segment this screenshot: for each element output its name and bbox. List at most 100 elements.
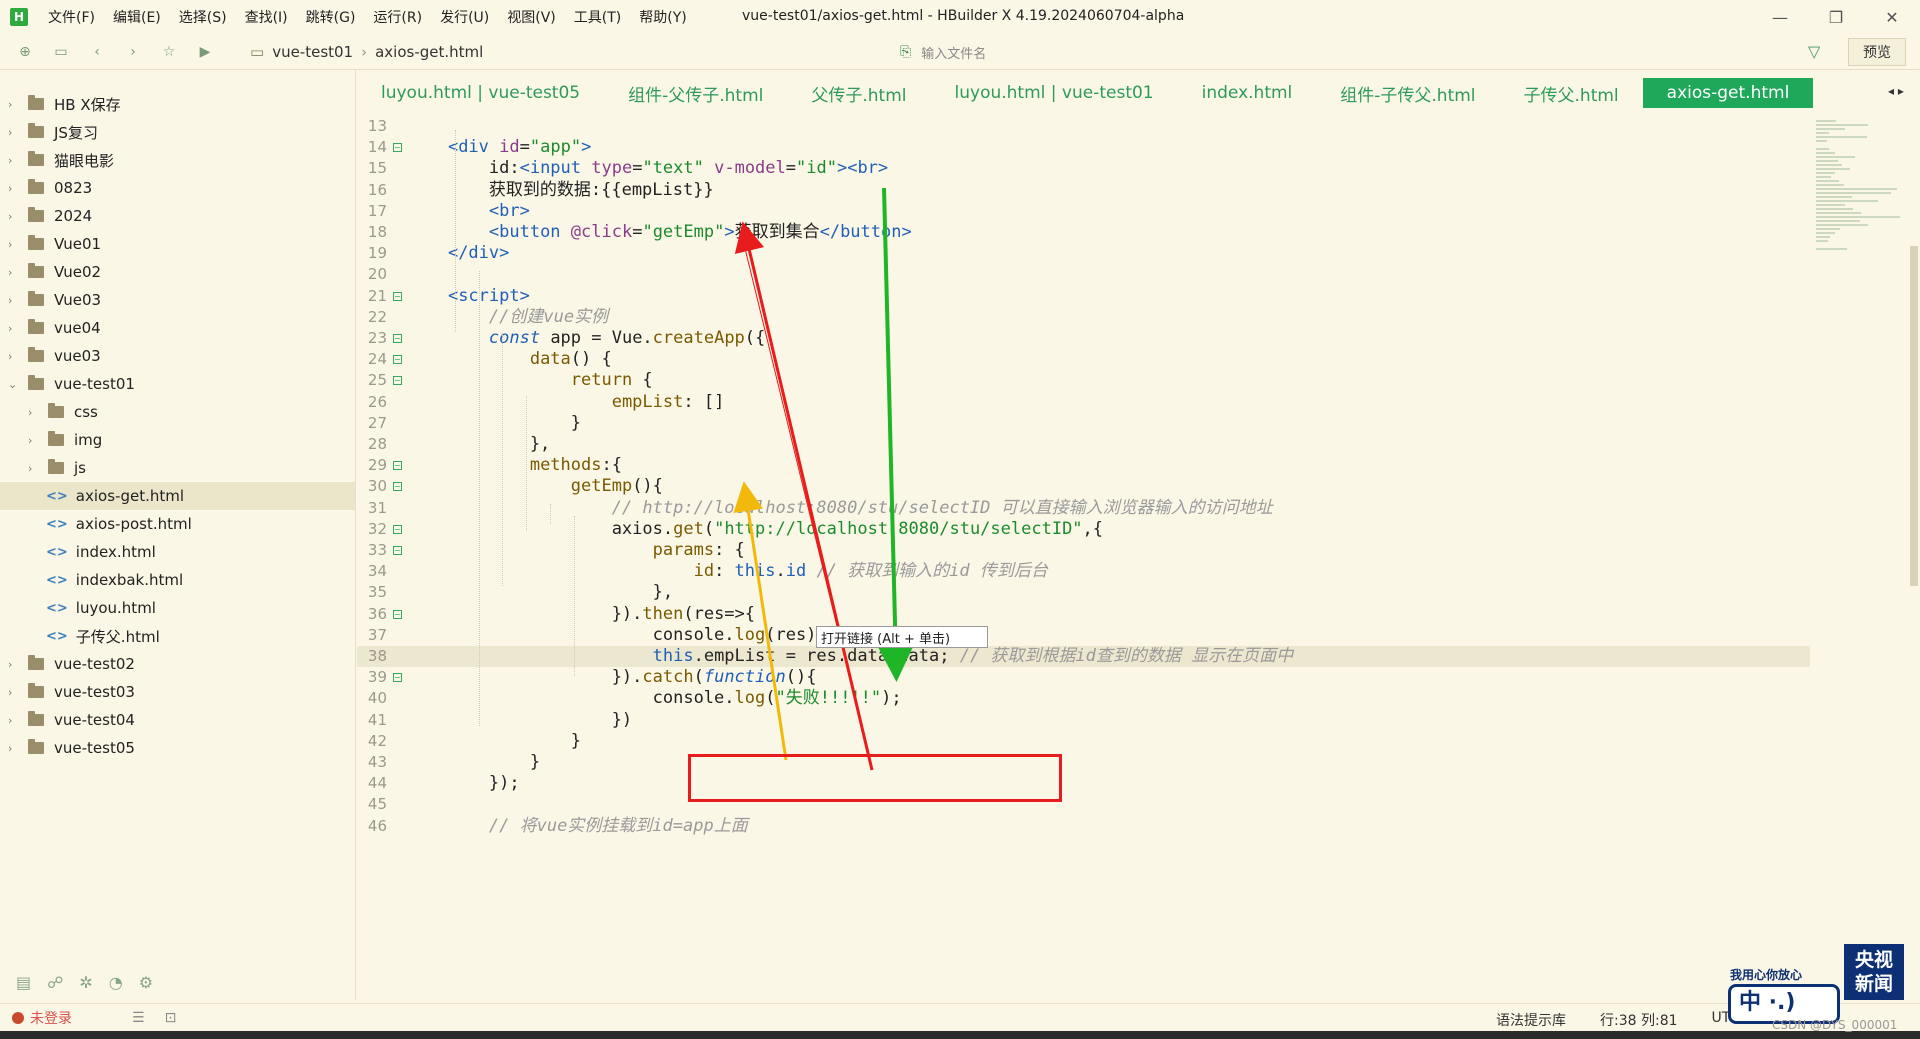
fold-toggle-icon[interactable]: − [393,546,402,555]
menu-item[interactable]: 查找(I) [245,7,288,27]
cursor-position[interactable]: 行:38 列:81 [1600,1010,1678,1030]
tree-item[interactable]: › Vue02 [0,258,355,286]
code-line[interactable]: 40 console.log("失败!!!!!"); [357,688,1810,709]
code-line[interactable]: 26 empList: [] [357,392,1810,413]
tree-item[interactable]: › css [0,398,355,426]
chevron-right-icon[interactable]: › [8,238,20,251]
filter-icon[interactable]: ▽ [1808,42,1820,61]
code-editor[interactable]: 13 14− <div id="app"> 15 id:<input type="t… [357,116,1810,1000]
code-line[interactable]: 42 } [357,731,1810,752]
code-line[interactable]: 15 id:<input type="text" v-model="id"><b… [357,158,1810,179]
code-line[interactable]: 37 console.log(res); [357,625,1810,646]
menu-item[interactable]: 运行(R) [373,7,422,27]
fold-toggle-icon[interactable]: − [393,291,402,301]
save-icon[interactable]: ▭ [50,41,72,63]
tree-item[interactable]: ⌄ vue-test01 [0,370,355,398]
tree-item[interactable]: › HB X保存 [0,90,355,118]
source-control-icon[interactable]: ◔ [109,973,123,992]
code-line[interactable]: 39− }).catch(function(){ [357,667,1810,688]
chevron-right-icon[interactable]: › [8,714,20,727]
menu-item[interactable]: 选择(S) [179,7,227,27]
tree-item[interactable]: › vue-test02 [0,650,355,678]
terminal-icon[interactable]: ⊡ [165,1010,177,1026]
fold-toggle-icon[interactable]: − [393,482,402,492]
code-line[interactable]: 19 </div> [357,243,1810,264]
editor-tab[interactable]: axios-get.html [1642,78,1814,108]
fold-toggle-icon[interactable]: − [393,524,402,534]
chevron-right-icon[interactable]: › [8,154,20,167]
code-line[interactable]: 32− axios.get("http://localhost:8080/stu… [357,519,1810,540]
chevron-right-icon[interactable]: › [8,294,20,307]
code-line[interactable]: 22 //创建vue实例 [357,307,1810,328]
menu-item[interactable]: 文件(F) [48,7,95,27]
code-line[interactable]: 24− data() { [357,349,1810,370]
chevron-down-icon[interactable]: ⌄ [8,378,20,391]
tab-scroll-icon[interactable]: ◂ ▸ [1888,84,1912,98]
fold-toggle-icon[interactable]: − [393,334,402,343]
menu-item[interactable]: 跳转(G) [306,7,356,27]
editor-tab[interactable]: 组件-子传父.html [1316,78,1499,108]
tree-item[interactable]: › vue-test03 [0,678,355,706]
tree-item[interactable]: › JS复习 [0,118,355,146]
chevron-right-icon[interactable]: › [8,350,20,363]
code-line[interactable]: 46 // 将vue实例挂载到id=app上面 [357,816,1810,837]
extension-icon[interactable]: ⚙ [139,973,153,992]
code-line[interactable]: 41 }) [357,710,1810,731]
tree-item[interactable]: › Vue03 [0,286,355,314]
new-file-icon[interactable]: ⊕ [14,41,36,63]
code-line[interactable]: 30− getEmp(){ [357,476,1810,497]
code-line[interactable]: 36− }).then(res=>{ [357,604,1810,625]
code-line[interactable]: 33− params: { [357,540,1810,561]
file-search[interactable]: ⎘ 输入文件名 [900,40,1770,64]
editor-tab[interactable]: luyou.html | vue-test01 [931,78,1178,108]
code-line[interactable]: 13 [357,116,1810,137]
minimap[interactable] [1812,116,1912,296]
minimize-icon[interactable]: — [1752,0,1808,34]
forward-icon[interactable]: › [122,41,144,63]
editor-tab[interactable]: 子传父.html [1500,78,1643,108]
chevron-right-icon[interactable]: › [8,126,20,139]
tree-item[interactable]: <> 子传父.html [0,622,355,650]
chevron-right-icon[interactable]: › [8,98,20,111]
code-line[interactable]: 27 } [357,413,1810,434]
menu-item[interactable]: 视图(V) [507,7,556,27]
code-line[interactable]: 23− const app = Vue.createApp({ [357,328,1810,349]
editor-tab[interactable]: luyou.html | vue-test05 [357,78,604,108]
chevron-right-icon[interactable]: › [8,266,20,279]
code-line[interactable]: 18 <button @click="getEmp">获取到集合</button… [357,222,1810,243]
login-status[interactable]: 未登录 [12,1008,72,1028]
tree-item[interactable]: <> index.html [0,538,355,566]
back-icon[interactable]: ‹ [86,41,108,63]
tree-item[interactable]: › 0823 [0,174,355,202]
code-line[interactable]: 17 <br> [357,201,1810,222]
code-line[interactable]: 34 id: this.id // 获取到输入的id 传到后台 [357,561,1810,582]
fold-toggle-icon[interactable]: − [393,609,402,619]
list-icon[interactable]: ☰ [132,1010,145,1026]
chevron-right-icon[interactable]: › [28,406,40,419]
tree-item[interactable]: › vue-test05 [0,734,355,762]
run-icon[interactable]: ▶ [194,41,216,63]
code-line[interactable]: 21− <script> [357,286,1810,307]
file-search-input[interactable]: 输入文件名 [921,43,986,62]
breadcrumb-item[interactable]: vue-test01 [272,43,353,61]
close-icon[interactable]: ✕ [1864,0,1920,34]
tree-item[interactable]: › vue03 [0,342,355,370]
chevron-right-icon[interactable]: › [8,322,20,335]
code-line[interactable]: 31 // http://localhost:8080/stu/selectID… [357,498,1810,519]
chevron-right-icon[interactable]: › [8,658,20,671]
syntax-library[interactable]: 语法提示库 [1496,1010,1566,1030]
editor-tab[interactable]: index.html [1178,78,1317,108]
editor-tab[interactable]: 父传子.html [787,78,930,108]
preview-button[interactable]: 预览 [1848,38,1906,66]
fold-toggle-icon[interactable]: − [393,376,402,386]
code-line[interactable]: 43 } [357,752,1810,773]
code-line[interactable]: 20 [357,264,1810,285]
menu-item[interactable]: 发行(U) [440,7,489,27]
code-line[interactable]: 29− methods:{ [357,455,1810,476]
fold-toggle-icon[interactable]: − [393,673,402,683]
chevron-right-icon[interactable]: › [8,742,20,755]
chevron-right-icon[interactable]: › [8,210,20,223]
code-line[interactable]: 38 this.empList = res.data.data; // 获取到根… [357,646,1810,667]
code-line[interactable]: 44 }); [357,773,1810,794]
code-line[interactable]: 16 获取到的数据:{{empList}} [357,180,1810,201]
